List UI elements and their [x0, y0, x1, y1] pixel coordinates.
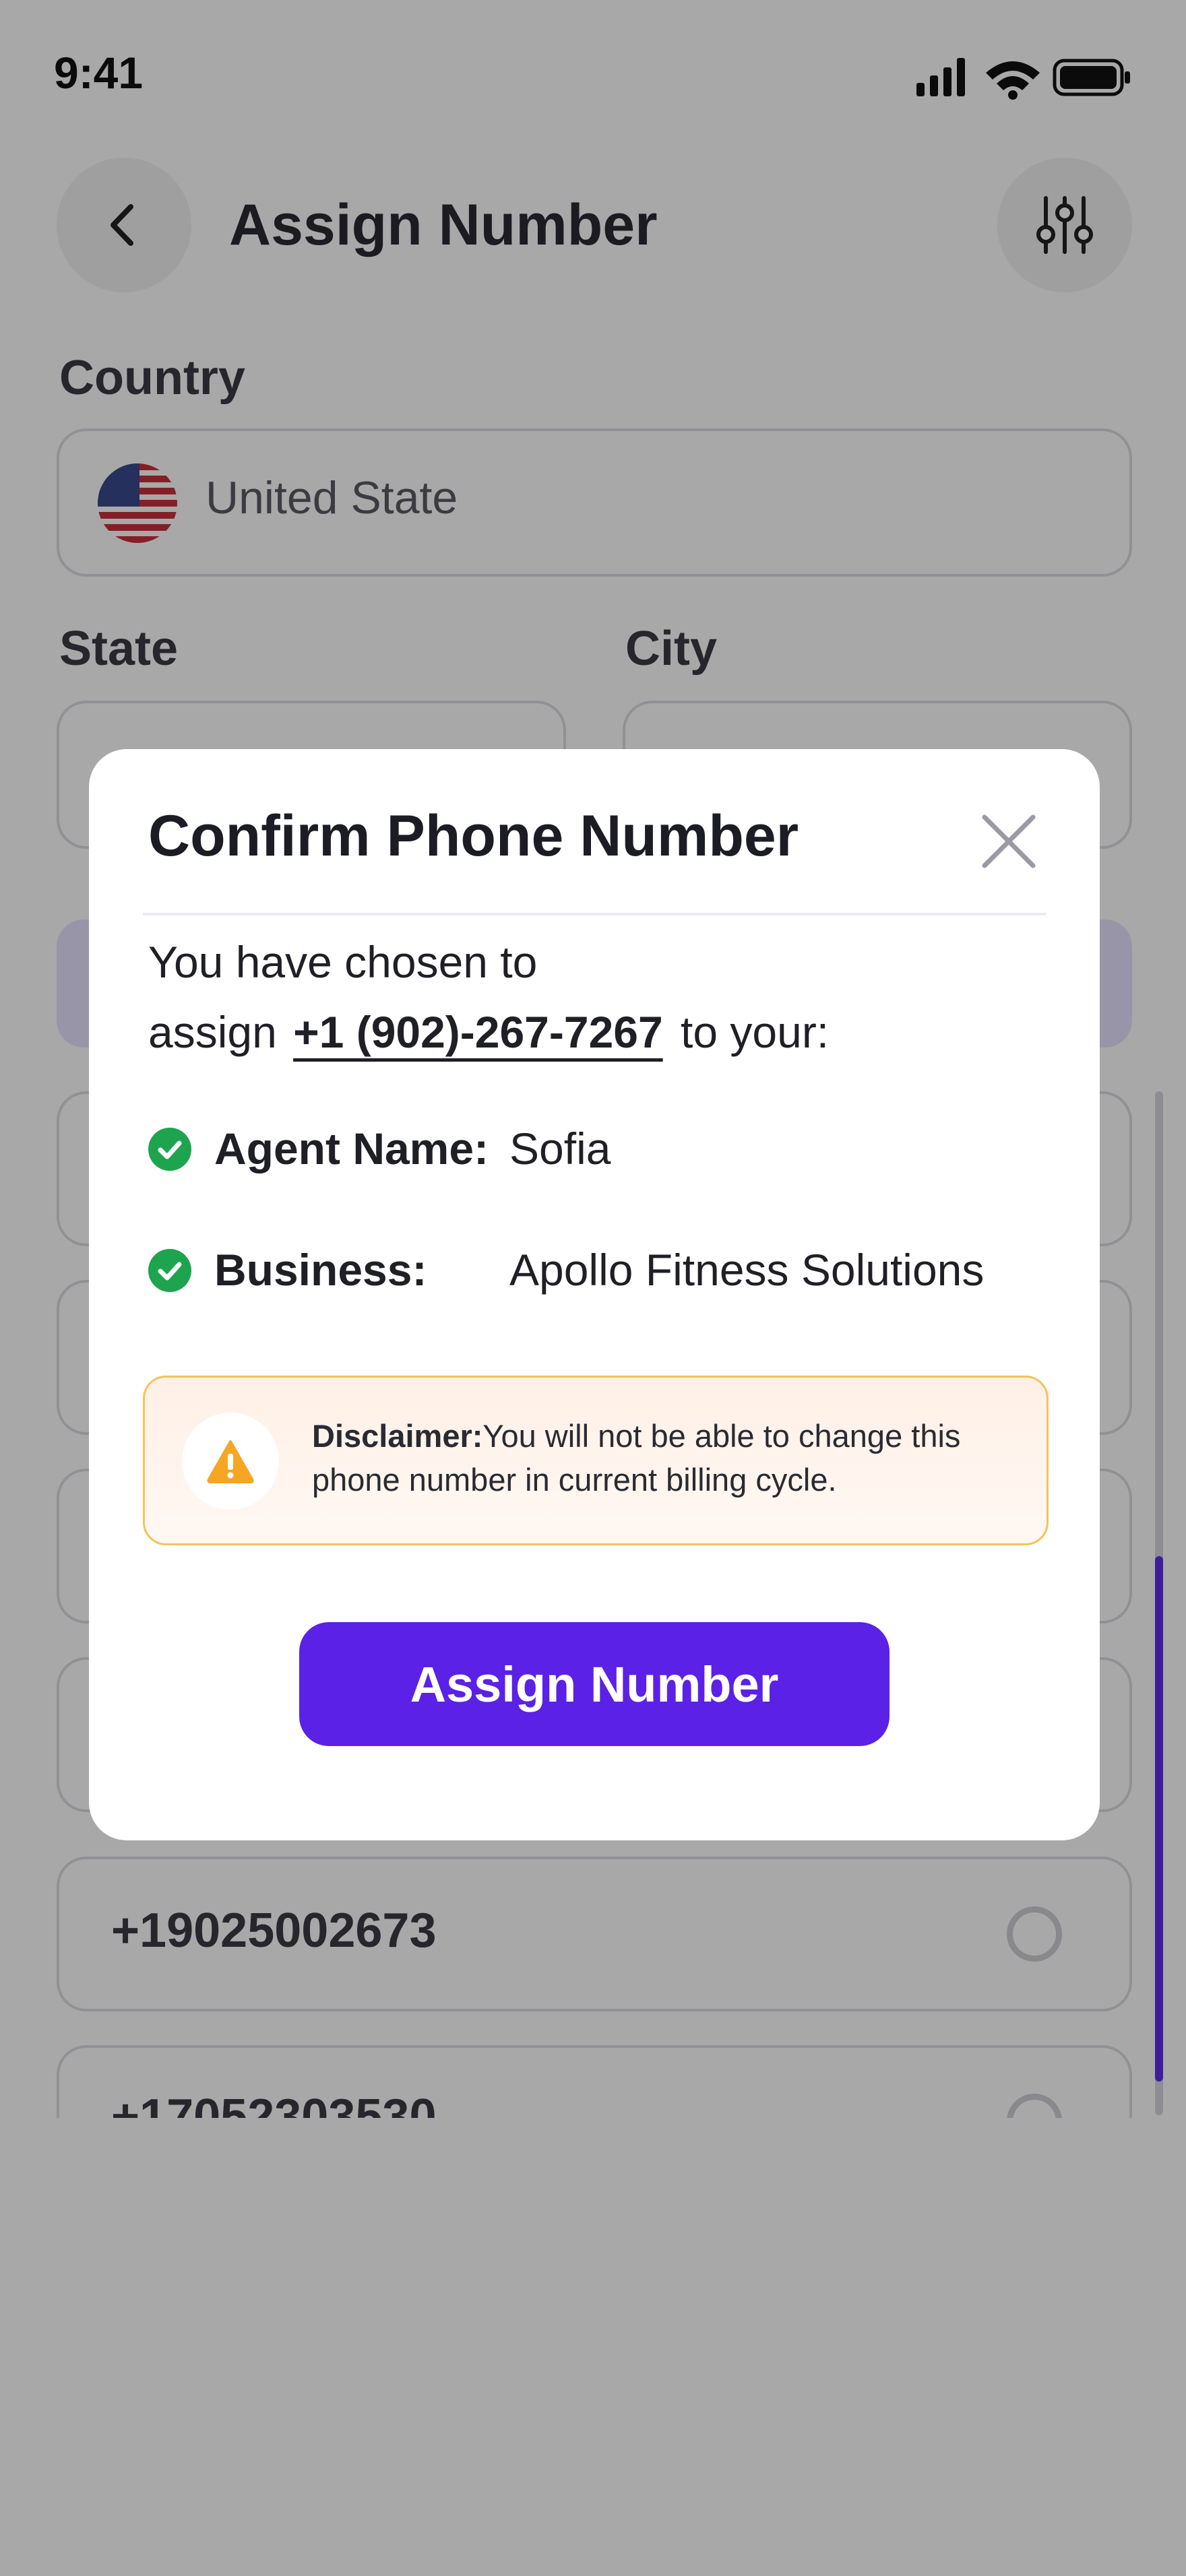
intro-suffix: to your:	[681, 1007, 830, 1057]
confirm-modal: Confirm Phone Number You have chosen to …	[89, 749, 1100, 1840]
agent-value: Sofia	[509, 1124, 611, 1173]
close-icon	[982, 814, 1036, 868]
warning-badge	[182, 1413, 279, 1510]
disclaimer-box: Disclaimer:You will not be able to chang…	[143, 1376, 1049, 1545]
selected-phone-number: +1 (902)-267-7267	[293, 1007, 663, 1057]
business-label: Business:	[214, 1245, 427, 1295]
close-button[interactable]	[972, 804, 1046, 878]
check-circle-icon	[148, 1128, 191, 1171]
modal-divider	[143, 913, 1046, 915]
intro-prefix: assign	[148, 1007, 277, 1057]
disclaimer-text: Disclaimer:You will not be able to chang…	[312, 1414, 1026, 1502]
assign-number-button[interactable]: Assign Number	[299, 1622, 890, 1746]
warning-icon	[207, 1440, 254, 1483]
modal-intro-line2: assign +1 (902)-267-7267 to your:	[148, 1006, 829, 1058]
check-circle-icon	[148, 1249, 191, 1292]
agent-label: Agent Name:	[214, 1124, 489, 1173]
modal-intro-line1: You have chosen to	[148, 937, 538, 987]
disclaimer-label: Disclaimer:	[312, 1418, 483, 1454]
business-value: Apollo Fitness Solutions	[509, 1245, 985, 1295]
modal-title: Confirm Phone Number	[148, 804, 799, 868]
